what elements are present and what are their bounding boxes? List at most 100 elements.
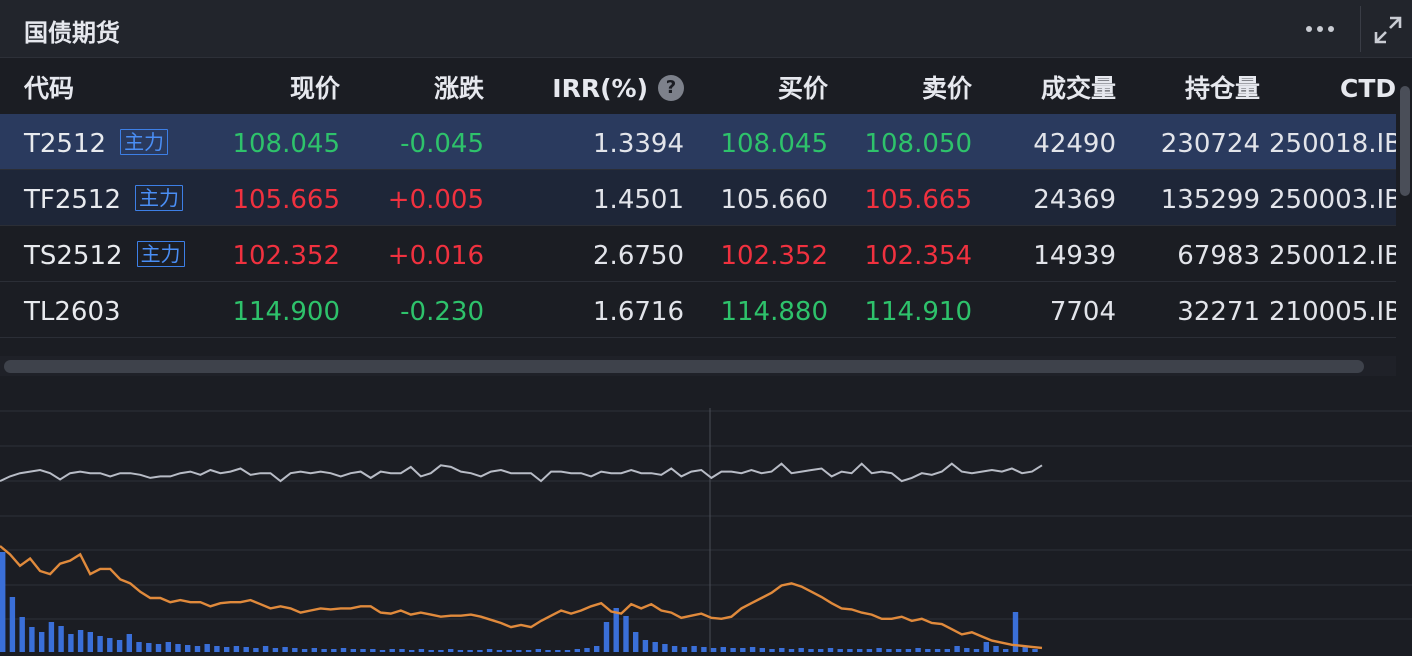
bid-price: 105.660 (720, 185, 828, 215)
ask-price: 105.665 (864, 185, 972, 215)
table-header: 代码 现价 涨跌 IRR(%)? 买价 卖价 成交量 持仓量 CTD (0, 58, 1396, 114)
volume-bar (623, 616, 629, 652)
price-line (0, 462, 1043, 483)
ask-price: 102.354 (864, 241, 972, 271)
volume-bar (165, 642, 171, 652)
last-price: 102.352 (232, 241, 340, 271)
average-price-line (0, 545, 1043, 650)
volume-bar (175, 644, 181, 652)
volume-bar (710, 648, 717, 652)
price-change: -0.045 (400, 129, 484, 159)
volume-bar (39, 632, 45, 652)
panel-header: 国债期货 (0, 0, 1412, 58)
volume-bar (48, 622, 55, 652)
volume-bar (185, 645, 191, 652)
volume-bar (107, 638, 113, 652)
volume-bar (262, 646, 269, 652)
panel-title: 国债期货 (24, 19, 120, 47)
col-header-price[interactable]: 现价 (200, 58, 340, 114)
col-header-irr[interactable]: IRR(%)? (500, 58, 684, 114)
price-change: -0.230 (400, 297, 484, 327)
irr-value: 1.4501 (593, 185, 684, 215)
volume-bar (97, 636, 103, 652)
last-price: 114.900 (232, 297, 340, 327)
bid-price: 108.045 (720, 129, 828, 159)
main-contract-badge: 主力 (120, 128, 169, 155)
last-price: 108.045 (232, 129, 340, 159)
volume-bar (642, 640, 649, 652)
volume-bar (993, 646, 999, 652)
main-contract-badge: 主力 (136, 240, 185, 267)
col-header-ask[interactable]: 卖价 (832, 58, 972, 114)
volume-bar (779, 648, 785, 652)
col-header-ctd[interactable]: CTD (1340, 58, 1396, 114)
futures-table: 代码 现价 涨跌 IRR(%)? 买价 卖价 成交量 持仓量 CTD T2512… (0, 58, 1396, 356)
volume-bar (671, 646, 678, 652)
volume-bar (633, 632, 639, 652)
ask-price: 114.910 (864, 297, 972, 327)
volume-bar (155, 644, 162, 652)
volume-bar (730, 648, 736, 652)
volume-bar (243, 647, 249, 652)
contract-code: TS2512 (24, 241, 123, 271)
expand-diagonal-icon (1374, 16, 1402, 44)
volume: 7704 (1049, 297, 1116, 327)
price-change: +0.016 (387, 241, 484, 271)
horizontal-scrollbar-thumb[interactable] (4, 360, 1364, 373)
bid-price: 102.352 (720, 241, 828, 271)
volume-bar (603, 622, 610, 652)
intraday-chart-svg (0, 408, 1412, 652)
col-header-volume[interactable]: 成交量 (976, 58, 1116, 114)
intraday-chart[interactable] (0, 378, 1412, 652)
volume-bar (954, 646, 960, 652)
contract-code: TF2512 (24, 185, 122, 215)
volume-bar (691, 646, 697, 652)
col-header-change[interactable]: 涨跌 (344, 58, 484, 114)
ctd-bond: 250018.IB (1269, 129, 1396, 159)
info-icon[interactable]: ? (658, 75, 684, 101)
volume-bar (749, 647, 756, 652)
col-header-bid[interactable]: 买价 (688, 58, 828, 114)
table-row[interactable]: T2512 主力 108.045 -0.045 1.3394 108.045 10… (0, 114, 1396, 170)
col-header-open-interest[interactable]: 持仓量 (1120, 58, 1260, 114)
volume: 24369 (1033, 185, 1116, 215)
vertical-scrollbar-thumb[interactable] (1400, 86, 1410, 196)
ctd-bond: 210005.IB (1269, 297, 1396, 327)
table-row[interactable]: TS2512 主力 102.352 +0.016 2.6750 102.352 1… (0, 226, 1396, 282)
volume-bar (136, 642, 142, 652)
main-contract-badge: 主力 (135, 184, 184, 211)
volume-bar (29, 627, 35, 652)
volume-bar (194, 646, 201, 652)
ctd-bond: 250012.IB (1269, 241, 1396, 271)
header-divider (1360, 6, 1361, 52)
contract-code: T2512 (24, 129, 107, 159)
more-dots-icon (1306, 26, 1334, 32)
volume-bar (233, 646, 240, 652)
volume-bar (964, 648, 970, 652)
volume-bar (272, 648, 279, 652)
open-interest: 230724 (1160, 129, 1260, 159)
volume-bar (740, 648, 746, 652)
expand-button[interactable] (1368, 10, 1408, 50)
volume-bar (983, 642, 989, 652)
table-row[interactable]: TL2603 114.900 -0.230 1.6716 114.880 114… (0, 282, 1396, 338)
ask-price: 108.050 (864, 129, 972, 159)
volume-bar (292, 648, 298, 652)
volume-bar (126, 634, 132, 652)
volume-bar (282, 647, 288, 652)
open-interest: 135299 (1160, 185, 1260, 215)
volume-bar (584, 648, 590, 652)
col-header-code[interactable]: 代码 (24, 58, 74, 114)
volume-bar (720, 647, 726, 652)
more-button[interactable] (1296, 14, 1344, 44)
volume-bar (759, 648, 765, 652)
price-change: +0.005 (387, 185, 484, 215)
volume-bar (68, 634, 74, 652)
volume-bar (311, 648, 317, 652)
table-row[interactable]: TF2512 主力 105.665 +0.005 1.4501 105.660 1… (0, 170, 1396, 226)
volume-bar (701, 647, 707, 652)
irr-value: 1.6716 (593, 297, 684, 327)
volume-bar (116, 640, 123, 652)
volume-bar (827, 648, 834, 652)
volume: 14939 (1033, 241, 1116, 271)
